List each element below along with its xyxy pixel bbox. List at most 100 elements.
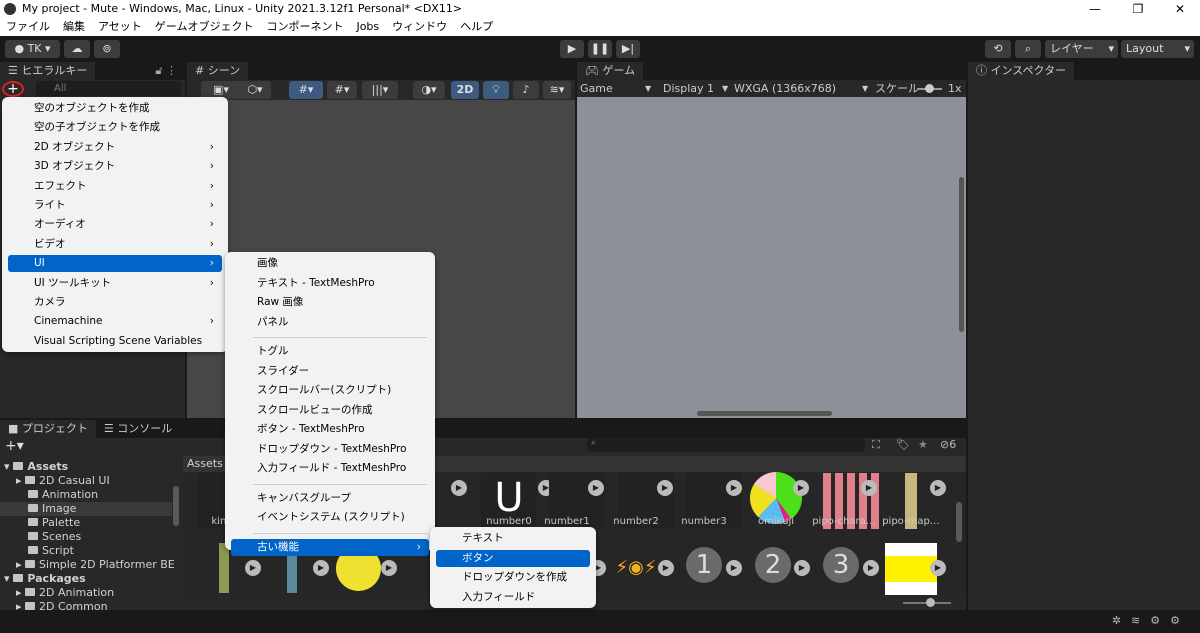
menu-item[interactable]: ドロップダウン - TextMeshPro [231, 441, 429, 458]
display-dropdown[interactable]: Display 1 [663, 80, 714, 97]
thumbnail-size-handle[interactable] [926, 598, 935, 607]
menu-gameobject[interactable]: ゲームオブジェクト [155, 18, 254, 36]
menu-item[interactable]: スライダー [231, 363, 429, 380]
tree-item-packages[interactable]: ▾ Packages [4, 572, 86, 586]
tree-item[interactable]: ▸ 2D Animation [16, 586, 114, 600]
collab-icon[interactable]: ⊚ [94, 40, 120, 58]
play-icon[interactable]: ▶ [930, 480, 946, 496]
maximize-button[interactable]: ❐ [1118, 0, 1158, 18]
add-button[interactable]: + [2, 81, 24, 97]
hierarchy-search-input[interactable]: All [36, 81, 181, 96]
menu-item[interactable]: 空のオブジェクトを作成 [8, 100, 222, 117]
tab-hierarchy[interactable]: ☰ ヒエラルキー [0, 62, 96, 80]
play-icon[interactable]: ▶ [381, 560, 397, 576]
grid-snap-icon[interactable]: #▾ [289, 81, 323, 99]
play-icon[interactable]: ▶ [863, 560, 879, 576]
menu-component[interactable]: コンポーネント [266, 18, 343, 36]
menu-item[interactable]: 画像 [231, 255, 429, 272]
layout-dropdown[interactable]: Layout ▾ [1121, 40, 1194, 58]
search-icon[interactable]: ⌕ [1015, 40, 1041, 58]
play-icon[interactable]: ▶ [451, 480, 467, 496]
pause-button[interactable]: ❚❚ [588, 40, 612, 58]
vertical-scrollbar[interactable] [959, 177, 964, 332]
tab-project[interactable]: ■ プロジェクト [0, 420, 96, 438]
menu-item[interactable]: スクロールビューの作成 [231, 402, 429, 419]
filter-type-icon[interactable]: ⛶ [872, 438, 880, 452]
account-button[interactable]: ● TK ▾ [5, 40, 60, 58]
menu-assets[interactable]: アセット [98, 18, 142, 36]
minimize-button[interactable]: — [1075, 0, 1115, 18]
menu-item[interactable]: UI ツールキット › [8, 275, 222, 292]
menu-file[interactable]: ファイル [6, 18, 50, 36]
history-icon[interactable]: ⟲ [985, 40, 1011, 58]
lock-icon[interactable]: 🔓︎ ⋮ [155, 64, 177, 78]
breadcrumb-assets[interactable]: Assets [187, 457, 223, 470]
menu-window[interactable]: ウィンドウ [392, 18, 447, 36]
status-icons[interactable]: ✲≋⚙⚙ [1112, 614, 1190, 627]
tab-scene[interactable]: # シーン [187, 62, 249, 80]
menu-item[interactable]: エフェクト › [8, 178, 222, 195]
tree-item[interactable]: Palette [28, 516, 80, 530]
horizontal-scrollbar[interactable] [697, 411, 832, 416]
step-button[interactable]: ▶| [616, 40, 640, 58]
number-icon-thumbnail[interactable]: 1 [686, 547, 722, 583]
play-icon[interactable]: ▶ [793, 480, 809, 496]
tree-item[interactable]: Scenes [28, 530, 81, 544]
increment-icon[interactable]: |||▾ [362, 81, 398, 99]
menu-item[interactable]: ボタン [436, 549, 590, 567]
tree-item[interactable]: Script [28, 544, 74, 558]
menu-item[interactable]: パネル [231, 314, 429, 331]
asset-scrollbar[interactable] [956, 502, 962, 542]
play-icon[interactable]: ▶ [726, 560, 742, 576]
effects-icon[interactable]: ≋▾ [543, 81, 571, 99]
menu-item[interactable]: テキスト - TextMeshPro [231, 275, 429, 292]
tree-item[interactable]: Animation [28, 488, 98, 502]
menu-item[interactable]: キャンバスグループ [231, 490, 429, 507]
menu-item[interactable]: トグル [231, 343, 429, 360]
hidden-packages-icon[interactable]: ⊘6 [940, 438, 956, 451]
menu-item[interactable]: Visual Scripting Scene Variables [8, 333, 222, 350]
tree-item-selected[interactable]: Image [0, 502, 172, 516]
menu-item[interactable]: Raw 画像 [231, 294, 429, 311]
menu-jobs[interactable]: Jobs [356, 18, 379, 36]
menu-item[interactable]: ボタン - TextMeshPro [231, 421, 429, 438]
menu-item[interactable]: ドロップダウンを作成 [436, 569, 590, 586]
menu-item[interactable]: カメラ [8, 294, 222, 311]
menu-item[interactable]: 2D オブジェクト › [8, 139, 222, 156]
menu-item[interactable]: スクロールバー(スクリプト) [231, 382, 429, 399]
play-icon[interactable]: ▶ [930, 560, 946, 576]
shading-icon[interactable]: ⬡▾ [239, 81, 271, 99]
play-icon[interactable]: ▶ [588, 480, 604, 496]
speaker-thumbnail[interactable]: ⚡◉⚡ [608, 543, 664, 599]
resolution-dropdown[interactable]: WXGA (1366x768) [734, 80, 836, 97]
play-button[interactable]: ▶ [560, 40, 584, 58]
play-icon[interactable]: ▶ [658, 560, 674, 576]
number-icon-thumbnail[interactable]: 2 [755, 547, 791, 583]
menu-item[interactable]: 入力フィールド [436, 589, 590, 606]
project-add-button[interactable]: +▾ [5, 438, 24, 454]
menu-item[interactable]: イベントシステム (スクリプト) [231, 509, 429, 526]
number-icon-thumbnail[interactable]: 3 [823, 547, 859, 583]
menu-item[interactable]: テキスト [436, 530, 590, 547]
menu-item[interactable]: ビデオ › [8, 236, 222, 253]
menu-help[interactable]: ヘルプ [460, 18, 493, 36]
tree-item[interactable]: ▸ Simple 2D Platformer BE [16, 558, 175, 572]
close-button[interactable]: ✕ [1160, 0, 1200, 18]
tree-item-assets[interactable]: ▾ Assets [4, 460, 68, 474]
menu-item[interactable]: Cinemachine › [8, 313, 222, 330]
asset-thumbnail[interactable] [219, 543, 229, 593]
tab-inspector[interactable]: ⓘ インスペクター [968, 62, 1075, 80]
play-icon[interactable]: ▶ [726, 480, 742, 496]
play-icon[interactable]: ▶ [861, 480, 877, 496]
layers-dropdown[interactable]: レイヤー ▾ [1045, 40, 1118, 58]
menu-edit[interactable]: 編集 [63, 18, 85, 36]
tree-scrollbar[interactable] [173, 486, 179, 526]
tab-console[interactable]: ☰ コンソール [95, 420, 181, 438]
menu-item[interactable]: UI › [8, 255, 222, 273]
menu-item[interactable]: 3D オブジェクト › [8, 158, 222, 175]
play-icon[interactable]: ▶ [313, 560, 329, 576]
play-icon[interactable]: ▶ [657, 480, 673, 496]
snap-icon[interactable]: #▾ [327, 81, 357, 99]
menu-item[interactable]: オーディオ › [8, 216, 222, 233]
label-icon[interactable]: 🏷︎ [896, 438, 910, 451]
